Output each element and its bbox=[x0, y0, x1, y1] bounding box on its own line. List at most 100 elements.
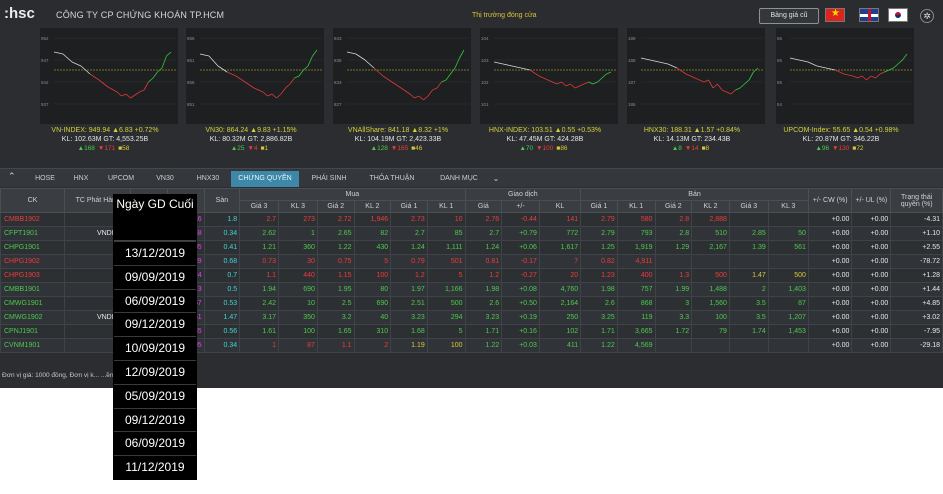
cell-right-status: +4.85 bbox=[890, 296, 943, 311]
subcol-0[interactable]: Giá 3 bbox=[239, 200, 280, 213]
cell-symbol: CMWG1902 bbox=[0, 310, 66, 325]
tabs-chevron-down-icon[interactable]: ⌄ bbox=[490, 171, 502, 187]
tab-vn30[interactable]: VN30 bbox=[146, 171, 184, 187]
index-panel-0[interactable]: 952 947 942 937 VN-INDEX: 949.94 ▲6.83 +0.72… bbox=[30, 28, 180, 160]
cell-trade: 3.23 bbox=[464, 310, 503, 325]
index-chart[interactable]: 189 188 187 186 bbox=[627, 28, 765, 124]
date-option[interactable]: 06/09/2019 bbox=[114, 431, 196, 455]
index-line-segment bbox=[226, 71, 237, 77]
subcol-1[interactable]: KL 3 bbox=[278, 200, 318, 213]
cell-right-status: +3.02 bbox=[890, 310, 943, 325]
col-ul-change[interactable]: +/- UL (%) bbox=[851, 188, 892, 213]
y-tick-label: 188 bbox=[628, 58, 636, 63]
breadth-up: ▲168 bbox=[77, 145, 95, 152]
cell-bid: 2.42 bbox=[239, 296, 280, 311]
cell-trade: 102 bbox=[538, 324, 582, 339]
settings-gear-icon[interactable]: ✲ bbox=[920, 9, 934, 23]
subcol-8[interactable]: KL bbox=[538, 200, 582, 213]
cell-symbol: CHPG1903 bbox=[0, 268, 66, 283]
cell-ask: 2.8 bbox=[654, 212, 693, 227]
tab-chung-quyen[interactable]: CHỨNG QUYỀN bbox=[231, 171, 299, 187]
date-option[interactable]: 06/09/2019 bbox=[114, 288, 196, 313]
subcol-10[interactable]: KL 1 bbox=[616, 200, 656, 213]
subcol-4[interactable]: Giá 1 bbox=[390, 200, 428, 213]
index-panel-3[interactable]: 104 103 102 101 HNX-INDEX: 103.51 ▲0.55 +0.5… bbox=[470, 28, 620, 160]
index-chart[interactable]: 56 55 55 54 bbox=[776, 28, 914, 124]
col-floor[interactable]: Sàn bbox=[203, 188, 241, 213]
index-line-segment bbox=[262, 91, 268, 97]
cell-bid: 82 bbox=[353, 226, 392, 241]
index-line-segment bbox=[235, 75, 246, 83]
cell-cw-change: +0.00 bbox=[807, 282, 853, 297]
date-option[interactable]: 05/09/2019 bbox=[114, 383, 196, 408]
cell-trade: 4,760 bbox=[538, 282, 582, 297]
tab-hnx[interactable]: HNX bbox=[66, 171, 96, 187]
index-chart[interactable]: 866 861 856 851 bbox=[186, 28, 324, 124]
index-line-segment bbox=[143, 81, 149, 91]
date-option[interactable]: 09/12/2019 bbox=[114, 312, 196, 336]
cell-bid: 1 bbox=[239, 338, 280, 353]
cell-bid: 100 bbox=[353, 268, 392, 283]
cell-trade: +0.16 bbox=[501, 324, 540, 339]
date-option[interactable]: 09/09/2019 bbox=[114, 264, 196, 289]
index-line-segment bbox=[730, 89, 736, 95]
subcol-3[interactable]: KL 2 bbox=[353, 200, 392, 213]
index-line-segment bbox=[601, 73, 607, 79]
subcol-12[interactable]: KL 2 bbox=[691, 200, 730, 213]
top-bar: :hsc CÔNG TY CP CHỨNG KHOÁN TP.HCM Thị t… bbox=[0, 0, 943, 26]
subcol-13[interactable]: Giá 3 bbox=[728, 200, 769, 213]
index-chart[interactable]: 843 838 833 827 bbox=[333, 28, 471, 124]
dropdown-header: Ngày GD Cuối bbox=[114, 195, 196, 241]
subcol-2[interactable]: Giá 2 bbox=[316, 200, 355, 213]
korea-flag-icon[interactable] bbox=[888, 8, 908, 22]
cell-ask: 100 bbox=[691, 310, 730, 325]
cell-symbol: CMWG1901 bbox=[0, 296, 66, 311]
cell-symbol: CMBB1901 bbox=[0, 282, 66, 297]
cell-ask: 1,453 bbox=[767, 324, 809, 339]
tab-hnx30[interactable]: HNX30 bbox=[188, 171, 228, 187]
tab-hose[interactable]: HOSE bbox=[28, 171, 62, 187]
cell-ask: 793 bbox=[616, 226, 656, 241]
subcol-14[interactable]: KL 3 bbox=[767, 200, 809, 213]
collapse-caret-icon[interactable]: ⌃ bbox=[8, 171, 16, 182]
subcol-11[interactable]: Giá 2 bbox=[654, 200, 693, 213]
index-panel-4[interactable]: 189 188 187 186 HNX30: 188.31 ▲1.57 +0.84% KL… bbox=[617, 28, 767, 160]
col-right-status[interactable]: Trạng thái quyền (%) bbox=[890, 188, 943, 213]
index-value: HNX30: 188.31 ▲1.57 +0.84% bbox=[643, 127, 741, 134]
cell-right-status: +2.55 bbox=[890, 240, 943, 255]
date-option[interactable]: 11/12/2019 bbox=[114, 455, 196, 479]
date-option[interactable]: 10/09/2019 bbox=[114, 336, 196, 360]
index-line-segment bbox=[574, 85, 580, 89]
index-panel-5[interactable]: 56 55 55 54 UPCOM-Index: 55.65 ▲0.54 +0.98% K… bbox=[766, 28, 916, 160]
date-option[interactable]: 12/09/2019 bbox=[114, 359, 196, 384]
index-panel-2[interactable]: 843 838 833 827 VNAllShare: 841.18 ▲8.32 +1%… bbox=[323, 28, 473, 160]
last-trading-date-dropdown[interactable]: Ngày GD Cuối 13/12/2019 09/09/2019 06/09/2… bbox=[113, 194, 197, 480]
vietnam-flag-icon[interactable] bbox=[825, 8, 845, 22]
subcol-5[interactable]: KL 1 bbox=[426, 200, 466, 213]
date-option[interactable]: 09/12/2019 bbox=[114, 407, 196, 432]
index-line-segment bbox=[364, 59, 375, 69]
cell-symbol: CPNJ1901 bbox=[0, 324, 66, 339]
subcol-7[interactable]: +/- bbox=[501, 200, 540, 213]
tab-phai-sinh[interactable]: PHÁI SINH bbox=[303, 171, 355, 187]
subcol-9[interactable]: Giá 1 bbox=[580, 200, 618, 213]
tab-upcom[interactable]: UPCOM bbox=[100, 171, 142, 187]
old-price-board-button[interactable]: Bảng giá cũ bbox=[759, 8, 819, 24]
hsc-logo[interactable]: :hsc bbox=[4, 5, 35, 22]
col-ck[interactable]: CK bbox=[0, 188, 66, 213]
cell-right-status: +1.10 bbox=[890, 226, 943, 241]
col-cw-change[interactable]: +/- CW (%) bbox=[807, 188, 853, 213]
index-line-segment bbox=[436, 81, 442, 89]
cell-cw-change: +0.00 bbox=[807, 240, 853, 255]
date-option[interactable]: 13/12/2019 bbox=[114, 241, 196, 265]
index-line-segment bbox=[658, 61, 669, 65]
cell-cw-change: +0.00 bbox=[807, 268, 853, 283]
index-chart[interactable]: 104 103 102 101 bbox=[480, 28, 618, 124]
index-panel-1[interactable]: 866 861 856 851 VN30: 864.24 ▲9.83 +1.15% KL:… bbox=[176, 28, 326, 160]
uk-flag-icon[interactable] bbox=[859, 8, 879, 22]
tab-danh-muc[interactable]: DANH MỤC bbox=[429, 171, 489, 187]
tab-thoa-thuan[interactable]: THỎA THUẬN bbox=[359, 171, 425, 187]
subcol-6[interactable]: Giá bbox=[464, 200, 503, 213]
cell-ask: 2.85 bbox=[728, 226, 769, 241]
index-chart[interactable]: 952 947 942 937 bbox=[40, 28, 178, 124]
